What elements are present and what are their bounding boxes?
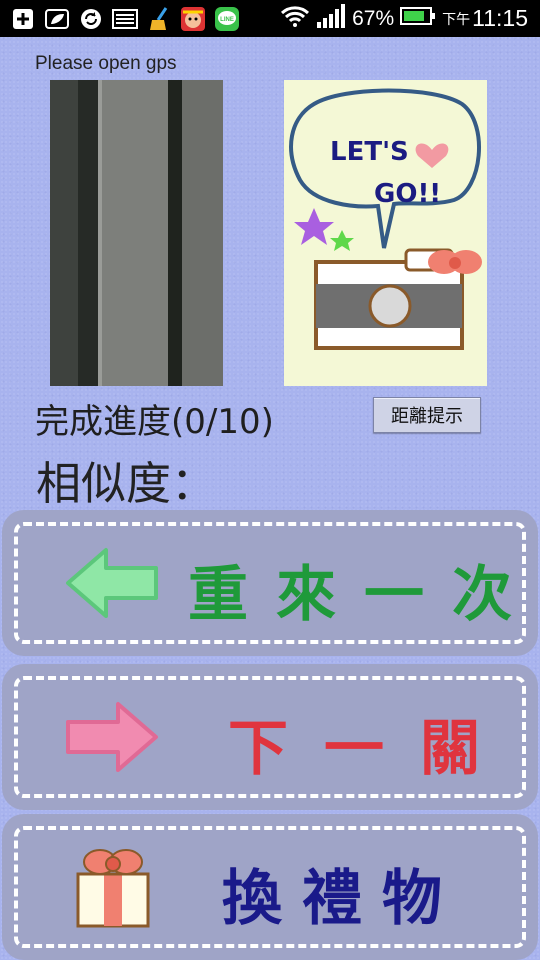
camera-view bbox=[50, 80, 223, 386]
arrow-right-icon bbox=[64, 700, 160, 778]
similarity-label: 相似度： bbox=[36, 457, 217, 510]
gps-message: Please open gps bbox=[35, 53, 177, 74]
battery-percent: 67% bbox=[352, 6, 395, 30]
signal-icon bbox=[316, 3, 346, 34]
lets-text: LET'S bbox=[330, 137, 409, 167]
leaf-icon bbox=[44, 6, 70, 32]
line-app-icon: LINE bbox=[214, 6, 240, 32]
distance-hint-button[interactable]: 距離提示 bbox=[373, 397, 481, 433]
broom-icon bbox=[146, 6, 172, 32]
go-text: GO!! bbox=[374, 179, 441, 209]
status-bar: LINE 67% 下午 11:15 bbox=[0, 0, 540, 37]
gift-icon bbox=[68, 840, 158, 934]
sync-icon bbox=[78, 6, 104, 32]
keyboard-icon bbox=[112, 6, 138, 32]
wifi-icon bbox=[280, 5, 310, 33]
progress-text: 完成進度(0/10) bbox=[35, 402, 274, 442]
game-avatar-icon bbox=[180, 6, 206, 32]
battery-icon bbox=[400, 6, 436, 32]
exchange-gift-label: 換禮物 bbox=[222, 864, 462, 934]
exchange-gift-button[interactable]: 換禮物 bbox=[0, 814, 540, 960]
add-icon bbox=[10, 6, 36, 32]
lets-go-image: LET'S GO!! bbox=[284, 80, 487, 386]
next-level-label: 下一關 bbox=[228, 714, 516, 784]
clock: 11:15 bbox=[472, 5, 528, 31]
next-level-button[interactable]: 下一關 bbox=[0, 664, 540, 810]
svg-text:LINE: LINE bbox=[220, 17, 234, 23]
retry-label: 重來一次 bbox=[188, 560, 540, 630]
time-prefix: 下午 bbox=[442, 10, 471, 27]
retry-button[interactable]: 重來一次 bbox=[0, 510, 540, 656]
arrow-left-icon bbox=[64, 546, 160, 624]
